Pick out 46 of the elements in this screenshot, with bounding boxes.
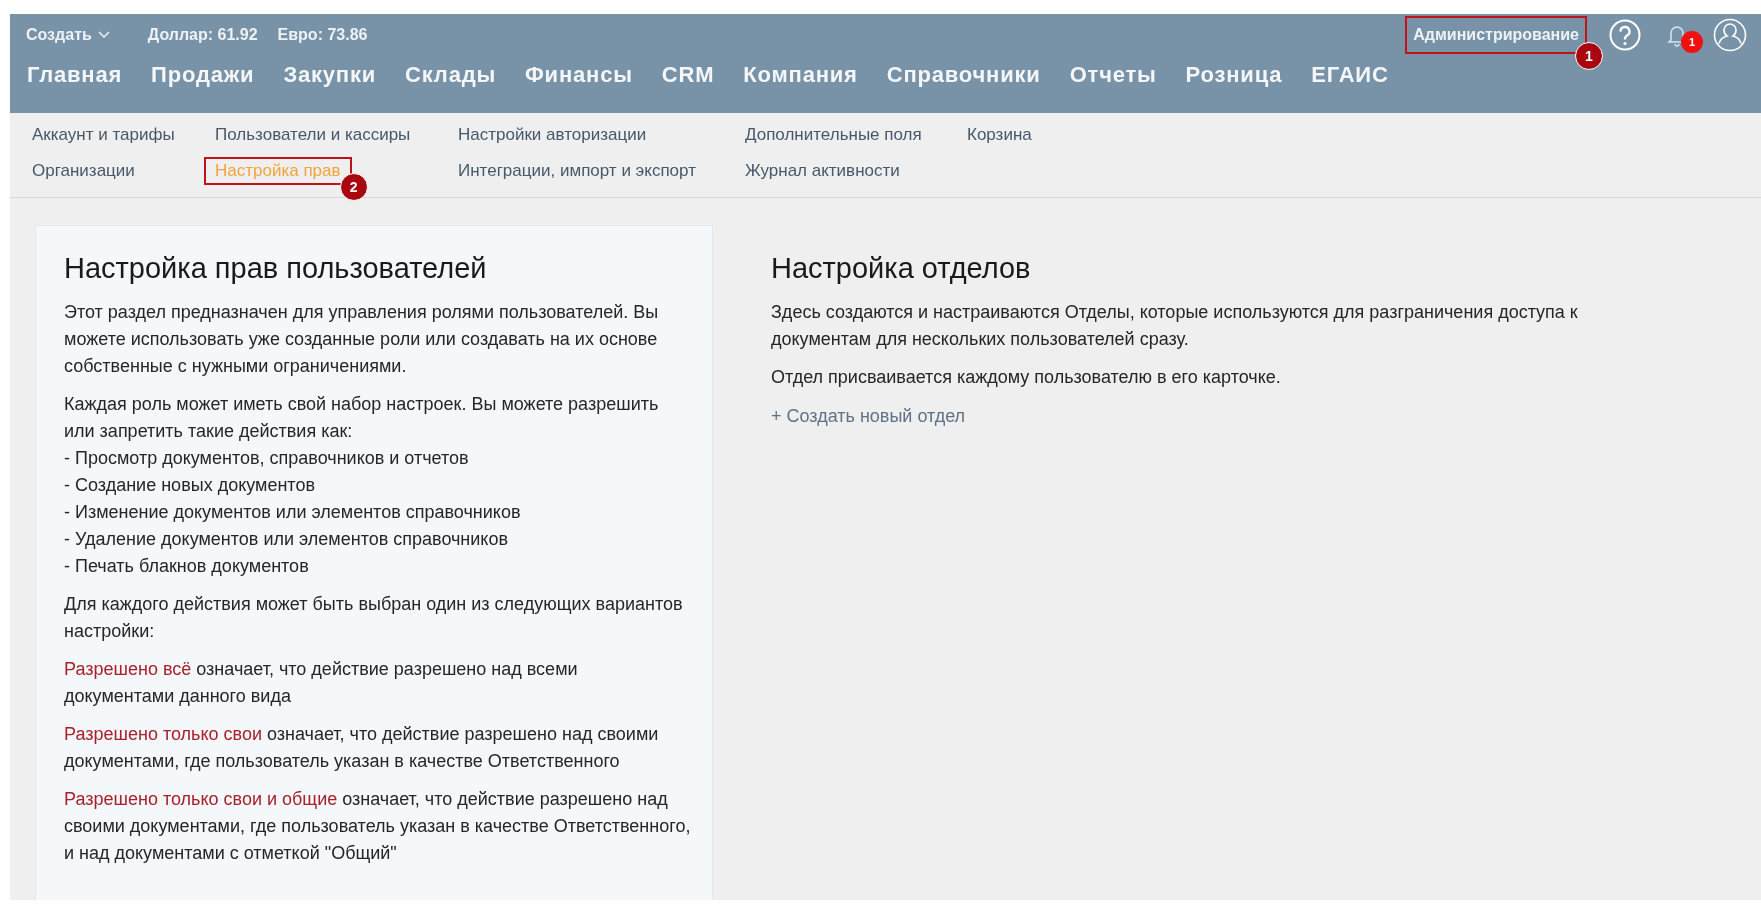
exchange-rate: Евро: 73.86 [277,26,368,44]
exchange-rate: Доллар: 61.92 [147,26,258,44]
settings-nav-link[interactable]: Интеграции, импорт и экспорт [447,157,707,185]
notification-badge: 1 [1681,31,1703,53]
administration-link[interactable]: Администрирование [1405,16,1587,54]
paragraph: Разрешено только свои означает, что действие разрешено над своими документами, где пользователь указан в качестве Ответственного [64,723,660,773]
main-nav-item[interactable]: ЕГАИС [1311,62,1389,88]
create-department-link[interactable]: + Создать новый отдел [771,406,966,427]
main-nav-item[interactable]: Компания [743,62,858,88]
main-nav-item[interactable]: Закупки [283,62,377,88]
settings-nav-link[interactable]: Организации [21,157,146,185]
paragraph: Разрешено всё означает, что действие разрешено над всеми документами данного вида [64,658,579,708]
paragraph: Для каждого действия может быть выбран один из следующих вариантов настройки: [64,593,684,643]
settings-nav-link[interactable]: Корзина [956,121,1043,149]
paragraph: Разрешено только свои и общие означает, что действие разрешено над своими документами, где пользователь указан в качестве Ответственного, и над документами с отметкой "Общий" [64,788,692,865]
main-nav-item[interactable]: Продажи [151,62,255,88]
paragraph: Отдел присваивается каждому пользователю в его карточке. [771,366,1282,389]
annotation-marker: 1 [1575,42,1603,70]
main-nav-item[interactable]: Склады [405,62,497,88]
settings-nav-link[interactable]: Пользователи и кассиры [204,121,422,149]
chevron-down-icon [97,31,110,39]
list-item: - Печать блакнов документов [64,555,310,578]
list-item: - Просмотр документов, справочников и отчетов [64,447,470,470]
main-nav-item[interactable]: Финансы [525,62,633,88]
paragraph: Каждая роль может иметь свой набор настроек. Вы можете разрешить или запретить такие действия как: [64,393,660,443]
help-icon[interactable] [1609,19,1641,51]
main-nav-item[interactable]: Справочники [886,62,1041,88]
settings-nav-link[interactable]: Дополнительные поля [734,121,933,149]
paragraph: Здесь создаются и настраиваются Отделы, которые используются для разграничения доступа к документам для нескольких пользователей сразу. [771,301,1579,351]
section-title: Настройка отделов [771,252,1032,285]
bell-icon[interactable] [1667,23,1687,47]
main-nav-item[interactable]: Отчеты [1069,62,1157,88]
list-item: - Удаление документов или элементов справочников [64,528,509,551]
annotation-marker: 2 [339,173,368,201]
main-nav-item[interactable]: Главная [27,62,123,88]
list-item: - Изменение документов или элементов справочников [64,501,522,524]
main-nav-item[interactable]: CRM [661,62,715,88]
settings-nav-link[interactable]: Настройки авторизации [447,121,658,149]
list-item: - Создание новых документов [64,474,316,497]
main-nav-item[interactable]: Розница [1185,62,1283,88]
paragraph: Этот раздел предназначен для управления ролями пользователей. Вы можете использовать уже созданные роли или создавать на их основе собственные с нужными ограничениями. [64,301,660,378]
create-menu-button[interactable]: Создать [26,26,110,44]
settings-nav-link[interactable]: Аккаунт и тарифы [21,121,186,149]
card-title: Настройка прав пользователей [64,252,488,285]
settings-nav-link[interactable]: Журнал активности [734,157,911,185]
user-avatar-icon[interactable] [1713,18,1747,52]
